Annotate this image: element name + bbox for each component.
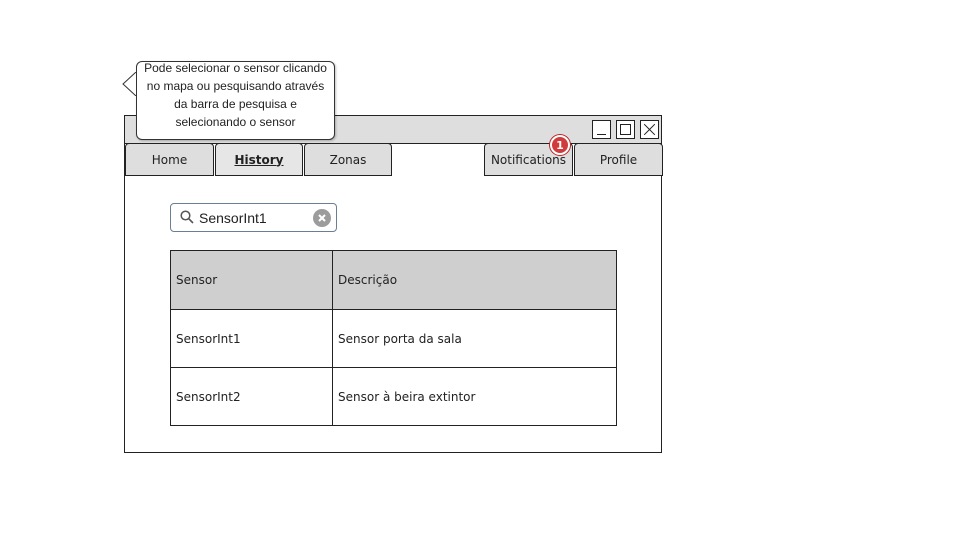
- tab-profile[interactable]: Profile: [574, 143, 663, 176]
- minimize-icon: [597, 134, 606, 135]
- sensor-cell: SensorInt2: [171, 368, 333, 425]
- clear-search-button[interactable]: [313, 209, 331, 227]
- search-box: [170, 203, 337, 232]
- maximize-icon: [620, 124, 631, 135]
- close-button[interactable]: [640, 120, 659, 139]
- callout-tail: [122, 72, 137, 96]
- tab-history[interactable]: History: [215, 143, 303, 176]
- close-icon: [643, 123, 656, 136]
- table-row[interactable]: SensorInt1 Sensor porta da sala: [171, 309, 616, 367]
- description-cell: Sensor à beira extintor: [338, 389, 476, 404]
- search-icon: [180, 210, 194, 224]
- maximize-button[interactable]: [616, 120, 635, 139]
- minimize-button[interactable]: [592, 120, 611, 139]
- search-input[interactable]: [199, 208, 309, 227]
- clear-icon: [318, 214, 326, 222]
- column-header-sensor: Sensor: [171, 251, 333, 309]
- table-header-row: Sensor Descrição: [171, 251, 616, 309]
- sensor-table: Sensor Descrição SensorInt1 Sensor porta…: [170, 250, 617, 426]
- sensor-cell: SensorInt1: [171, 310, 333, 367]
- tab-zonas[interactable]: Zonas: [304, 143, 392, 176]
- table-row[interactable]: SensorInt2 Sensor à beira extintor: [171, 367, 616, 425]
- tab-home[interactable]: Home: [125, 143, 214, 176]
- column-header-descricao: Descrição: [338, 273, 398, 287]
- description-cell: Sensor porta da sala: [338, 331, 462, 346]
- callout-tooltip: Pode selecionar o sensor clicando no map…: [136, 61, 335, 140]
- callout-text: Pode selecionar o sensor clicando no map…: [144, 61, 327, 129]
- notifications-badge: 1: [550, 135, 570, 155]
